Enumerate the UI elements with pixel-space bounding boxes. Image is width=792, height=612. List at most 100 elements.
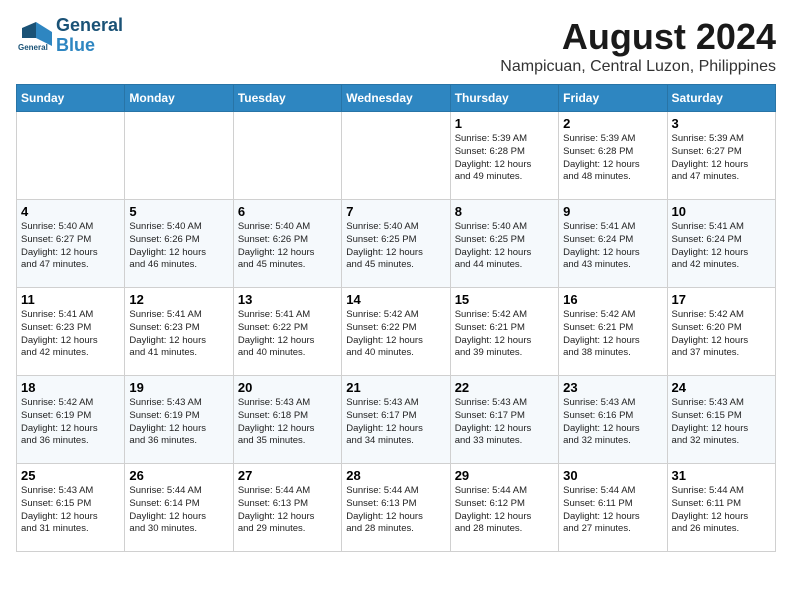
cell-content: Sunrise: 5:43 AM Sunset: 6:19 PM Dayligh… <box>129 397 228 448</box>
week-row-2: 4 Sunrise: 5:40 AM Sunset: 6:27 PM Daylig… <box>17 200 776 288</box>
calendar-cell: 27 Sunrise: 5:44 AM Sunset: 6:13 PM Dayli… <box>233 464 341 552</box>
calendar-cell: 12Sunrise: 5:41 AM Sunset: 6:23 PM Dayli… <box>125 288 233 376</box>
cell-content: Sunrise: 5:44 AM Sunset: 6:13 PM Dayligh… <box>238 485 337 536</box>
cell-content: Sunrise: 5:42 AM Sunset: 6:20 PM Dayligh… <box>672 309 771 360</box>
calendar-cell <box>125 112 233 200</box>
calendar-cell <box>342 112 450 200</box>
calendar-cell: 9Sunrise: 5:41 AM Sunset: 6:24 PM Daylig… <box>559 200 667 288</box>
day-number: 27 <box>238 468 337 483</box>
day-number: 19 <box>129 380 228 395</box>
calendar-cell: 16 Sunrise: 5:42 AM Sunset: 6:21 PM Dayli… <box>559 288 667 376</box>
day-number: 5 <box>129 204 228 219</box>
column-header-sunday: Sunday <box>17 85 125 112</box>
location: Nampicuan, Central Luzon, Philippines <box>500 58 776 76</box>
page-header: General General Blue August 2024 Nampicu… <box>16 16 776 76</box>
cell-content: Sunrise: 5:40 AM Sunset: 6:27 PM Dayligh… <box>21 221 120 272</box>
calendar-cell: 2Sunrise: 5:39 AM Sunset: 6:28 PM Daylig… <box>559 112 667 200</box>
cell-content: Sunrise: 5:43 AM Sunset: 6:17 PM Dayligh… <box>346 397 445 448</box>
calendar-cell: 8 Sunrise: 5:40 AM Sunset: 6:25 PM Daylig… <box>450 200 558 288</box>
day-number: 30 <box>563 468 662 483</box>
column-header-tuesday: Tuesday <box>233 85 341 112</box>
cell-content: Sunrise: 5:44 AM Sunset: 6:12 PM Dayligh… <box>455 485 554 536</box>
week-row-5: 25 Sunrise: 5:43 AM Sunset: 6:15 PM Dayli… <box>17 464 776 552</box>
calendar-body: 1 Sunrise: 5:39 AM Sunset: 6:28 PM Daylig… <box>17 112 776 552</box>
cell-content: Sunrise: 5:39 AM Sunset: 6:28 PM Dayligh… <box>455 133 554 184</box>
calendar-cell: 24 Sunrise: 5:43 AM Sunset: 6:15 PM Dayli… <box>667 376 775 464</box>
day-number: 25 <box>21 468 120 483</box>
calendar-cell: 3Sunrise: 5:39 AM Sunset: 6:27 PM Daylig… <box>667 112 775 200</box>
day-number: 22 <box>455 380 554 395</box>
calendar-cell: 30 Sunrise: 5:44 AM Sunset: 6:11 PM Dayli… <box>559 464 667 552</box>
cell-content: Sunrise: 5:43 AM Sunset: 6:15 PM Dayligh… <box>21 485 120 536</box>
calendar-cell: 10Sunrise: 5:41 AM Sunset: 6:24 PM Dayli… <box>667 200 775 288</box>
cell-content: Sunrise: 5:42 AM Sunset: 6:19 PM Dayligh… <box>21 397 120 448</box>
cell-content: Sunrise: 5:44 AM Sunset: 6:11 PM Dayligh… <box>563 485 662 536</box>
day-number: 15 <box>455 292 554 307</box>
logo-line2: Blue <box>56 36 123 56</box>
calendar-cell: 17 Sunrise: 5:42 AM Sunset: 6:20 PM Dayli… <box>667 288 775 376</box>
day-number: 4 <box>21 204 120 219</box>
calendar-cell: 1 Sunrise: 5:39 AM Sunset: 6:28 PM Daylig… <box>450 112 558 200</box>
cell-content: Sunrise: 5:41 AM Sunset: 6:24 PM Dayligh… <box>672 221 771 272</box>
day-number: 16 <box>563 292 662 307</box>
day-number: 7 <box>346 204 445 219</box>
day-number: 13 <box>238 292 337 307</box>
cell-content: Sunrise: 5:44 AM Sunset: 6:14 PM Dayligh… <box>129 485 228 536</box>
column-header-monday: Monday <box>125 85 233 112</box>
cell-content: Sunrise: 5:40 AM Sunset: 6:26 PM Dayligh… <box>129 221 228 272</box>
calendar-cell: 26Sunrise: 5:44 AM Sunset: 6:14 PM Dayli… <box>125 464 233 552</box>
cell-content: Sunrise: 5:43 AM Sunset: 6:18 PM Dayligh… <box>238 397 337 448</box>
column-header-saturday: Saturday <box>667 85 775 112</box>
cell-content: Sunrise: 5:43 AM Sunset: 6:17 PM Dayligh… <box>455 397 554 448</box>
week-row-4: 18 Sunrise: 5:42 AM Sunset: 6:19 PM Dayli… <box>17 376 776 464</box>
day-number: 12 <box>129 292 228 307</box>
day-number: 24 <box>672 380 771 395</box>
logo-icon: General <box>16 18 52 54</box>
day-number: 28 <box>346 468 445 483</box>
cell-content: Sunrise: 5:41 AM Sunset: 6:24 PM Dayligh… <box>563 221 662 272</box>
calendar-cell: 5 Sunrise: 5:40 AM Sunset: 6:26 PM Daylig… <box>125 200 233 288</box>
day-number: 1 <box>455 116 554 131</box>
day-number: 20 <box>238 380 337 395</box>
calendar-cell <box>17 112 125 200</box>
cell-content: Sunrise: 5:40 AM Sunset: 6:25 PM Dayligh… <box>346 221 445 272</box>
calendar-cell: 4 Sunrise: 5:40 AM Sunset: 6:27 PM Daylig… <box>17 200 125 288</box>
calendar-cell: 14 Sunrise: 5:42 AM Sunset: 6:22 PM Dayli… <box>342 288 450 376</box>
cell-content: Sunrise: 5:39 AM Sunset: 6:28 PM Dayligh… <box>563 133 662 184</box>
column-header-friday: Friday <box>559 85 667 112</box>
week-row-1: 1 Sunrise: 5:39 AM Sunset: 6:28 PM Daylig… <box>17 112 776 200</box>
cell-content: Sunrise: 5:43 AM Sunset: 6:16 PM Dayligh… <box>563 397 662 448</box>
day-number: 8 <box>455 204 554 219</box>
logo: General General Blue <box>16 16 123 56</box>
cell-content: Sunrise: 5:42 AM Sunset: 6:21 PM Dayligh… <box>563 309 662 360</box>
calendar-cell: 21 Sunrise: 5:43 AM Sunset: 6:17 PM Dayli… <box>342 376 450 464</box>
calendar-cell: 31Sunrise: 5:44 AM Sunset: 6:11 PM Dayli… <box>667 464 775 552</box>
calendar-cell: 7 Sunrise: 5:40 AM Sunset: 6:25 PM Daylig… <box>342 200 450 288</box>
calendar-cell: 15 Sunrise: 5:42 AM Sunset: 6:21 PM Dayli… <box>450 288 558 376</box>
cell-content: Sunrise: 5:42 AM Sunset: 6:22 PM Dayligh… <box>346 309 445 360</box>
cell-content: Sunrise: 5:42 AM Sunset: 6:21 PM Dayligh… <box>455 309 554 360</box>
calendar-header-row: SundayMondayTuesdayWednesdayThursdayFrid… <box>17 85 776 112</box>
month-title: August 2024 <box>500 16 776 58</box>
cell-content: Sunrise: 5:39 AM Sunset: 6:27 PM Dayligh… <box>672 133 771 184</box>
column-header-wednesday: Wednesday <box>342 85 450 112</box>
logo-line1: General <box>56 16 123 36</box>
calendar-cell: 25 Sunrise: 5:43 AM Sunset: 6:15 PM Dayli… <box>17 464 125 552</box>
calendar-cell: 22 Sunrise: 5:43 AM Sunset: 6:17 PM Dayli… <box>450 376 558 464</box>
calendar-cell: 28 Sunrise: 5:44 AM Sunset: 6:13 PM Dayli… <box>342 464 450 552</box>
cell-content: Sunrise: 5:43 AM Sunset: 6:15 PM Dayligh… <box>672 397 771 448</box>
calendar-cell <box>233 112 341 200</box>
cell-content: Sunrise: 5:41 AM Sunset: 6:22 PM Dayligh… <box>238 309 337 360</box>
day-number: 14 <box>346 292 445 307</box>
cell-content: Sunrise: 5:44 AM Sunset: 6:13 PM Dayligh… <box>346 485 445 536</box>
calendar-cell: 18 Sunrise: 5:42 AM Sunset: 6:19 PM Dayli… <box>17 376 125 464</box>
day-number: 21 <box>346 380 445 395</box>
day-number: 18 <box>21 380 120 395</box>
title-block: August 2024 Nampicuan, Central Luzon, Ph… <box>500 16 776 76</box>
cell-content: Sunrise: 5:40 AM Sunset: 6:25 PM Dayligh… <box>455 221 554 272</box>
day-number: 29 <box>455 468 554 483</box>
calendar-cell: 19 Sunrise: 5:43 AM Sunset: 6:19 PM Dayli… <box>125 376 233 464</box>
calendar-cell: 6Sunrise: 5:40 AM Sunset: 6:26 PM Daylig… <box>233 200 341 288</box>
calendar-cell: 13 Sunrise: 5:41 AM Sunset: 6:22 PM Dayli… <box>233 288 341 376</box>
day-number: 17 <box>672 292 771 307</box>
